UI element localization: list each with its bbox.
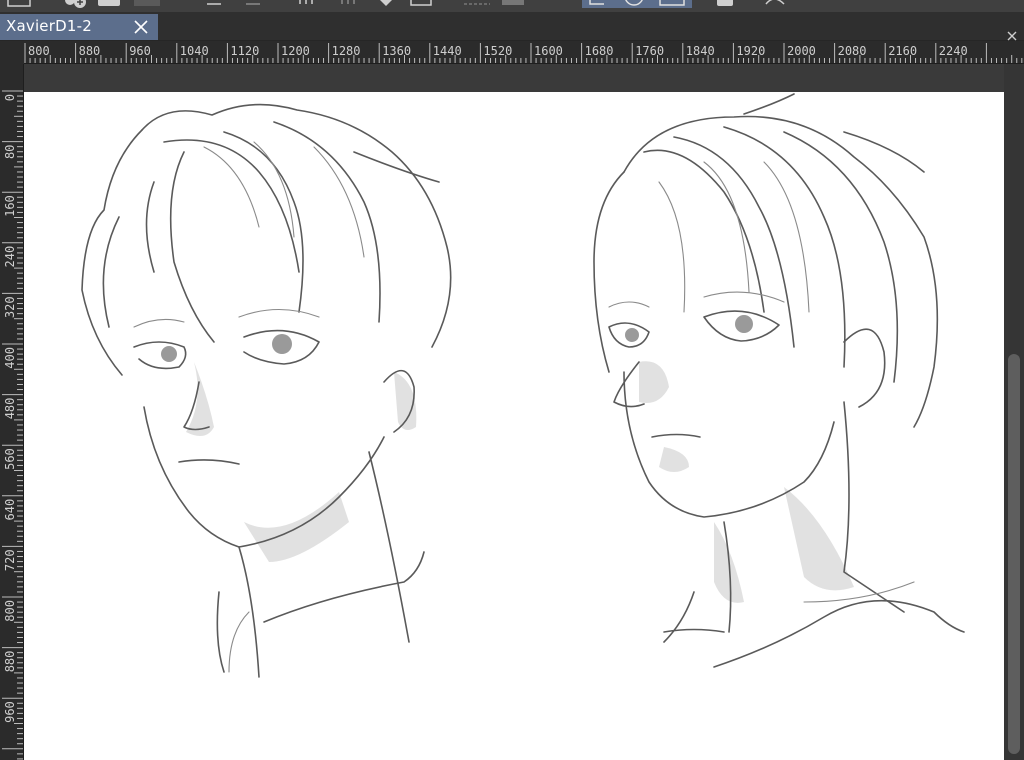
ruler-label: 160 [3,195,17,217]
ruler-label: 2160 [888,44,917,58]
sketch-head-right [593,93,965,668]
brightness-icon[interactable] [294,0,318,8]
scrollbar-thumb[interactable] [1008,354,1020,754]
sketch-head-left [81,103,452,678]
ruler-label: 560 [3,448,17,470]
ruler-label: 1440 [433,44,462,58]
ruler-label: 240 [3,246,17,268]
redo-icon[interactable] [242,0,266,8]
ruler-label: 640 [3,499,17,521]
device-icon[interactable] [714,0,736,8]
selection-icon[interactable] [462,0,492,8]
filter-icon[interactable] [336,0,360,8]
toolbar [0,0,1024,12]
vertical-scrollbar[interactable] [1004,64,1024,760]
ruler-label: 1520 [483,44,512,58]
ruler-label: 880 [3,651,17,673]
ruler-label: 800 [3,600,17,622]
document-tab-bar: XavierD1-2 [0,12,1024,41]
ruler-label: 1200 [281,44,310,58]
document-tab-title: XavierD1-2 [6,17,92,35]
chat-icon[interactable] [762,0,790,8]
ruler-label: 720 [3,549,17,571]
ruler-label: 1360 [382,44,411,58]
ruler-label: 960 [3,701,17,723]
ruler-label: 480 [3,398,17,420]
clear-selection-icon[interactable] [500,0,526,8]
save-icon[interactable] [132,0,162,8]
add-layer-icon[interactable] [62,0,92,8]
ruler-corner [0,41,24,64]
ruler-label: 1280 [332,44,361,58]
ruler-label: 2240 [939,44,968,58]
close-icon[interactable] [132,18,150,36]
sketch-artwork [81,93,965,678]
fill-icon[interactable] [376,0,396,8]
ruler-label: 800 [28,44,50,58]
transform-icon[interactable] [408,0,434,8]
ruler-label: 2080 [838,44,867,58]
ruler-label: 1040 [180,44,209,58]
new-canvas-icon[interactable] [6,0,34,8]
document-tab[interactable]: XavierD1-2 [0,14,158,40]
undo-icon[interactable] [205,0,229,8]
ruler-label: 2000 [787,44,816,58]
ruler-label: 1600 [534,44,563,58]
folder-icon[interactable] [96,0,124,8]
ruler-label: 1840 [686,44,715,58]
vertical-ruler[interactable]: 0 80 160 240 320 400 480 560 640 720 800 880 960 [0,63,24,760]
ruler-label: 960 [129,44,151,58]
ruler-label: 1680 [585,44,614,58]
horizontal-ruler[interactable]: 800 880 960 1040 1120 1200 1280 1360 1440 1520 160… [0,41,1024,64]
ruler-label: 1760 [635,44,664,58]
ruler-label: 320 [3,296,17,318]
snap-ruler-icon[interactable] [582,0,692,8]
ruler-label: 880 [79,44,101,58]
ruler-label: 1120 [230,44,259,58]
ruler-label: 0 [3,94,17,101]
drawing-canvas[interactable] [24,92,1004,760]
ruler-label: 400 [3,347,17,369]
ruler-label: 80 [3,145,17,159]
ruler-label: 1920 [736,44,765,58]
